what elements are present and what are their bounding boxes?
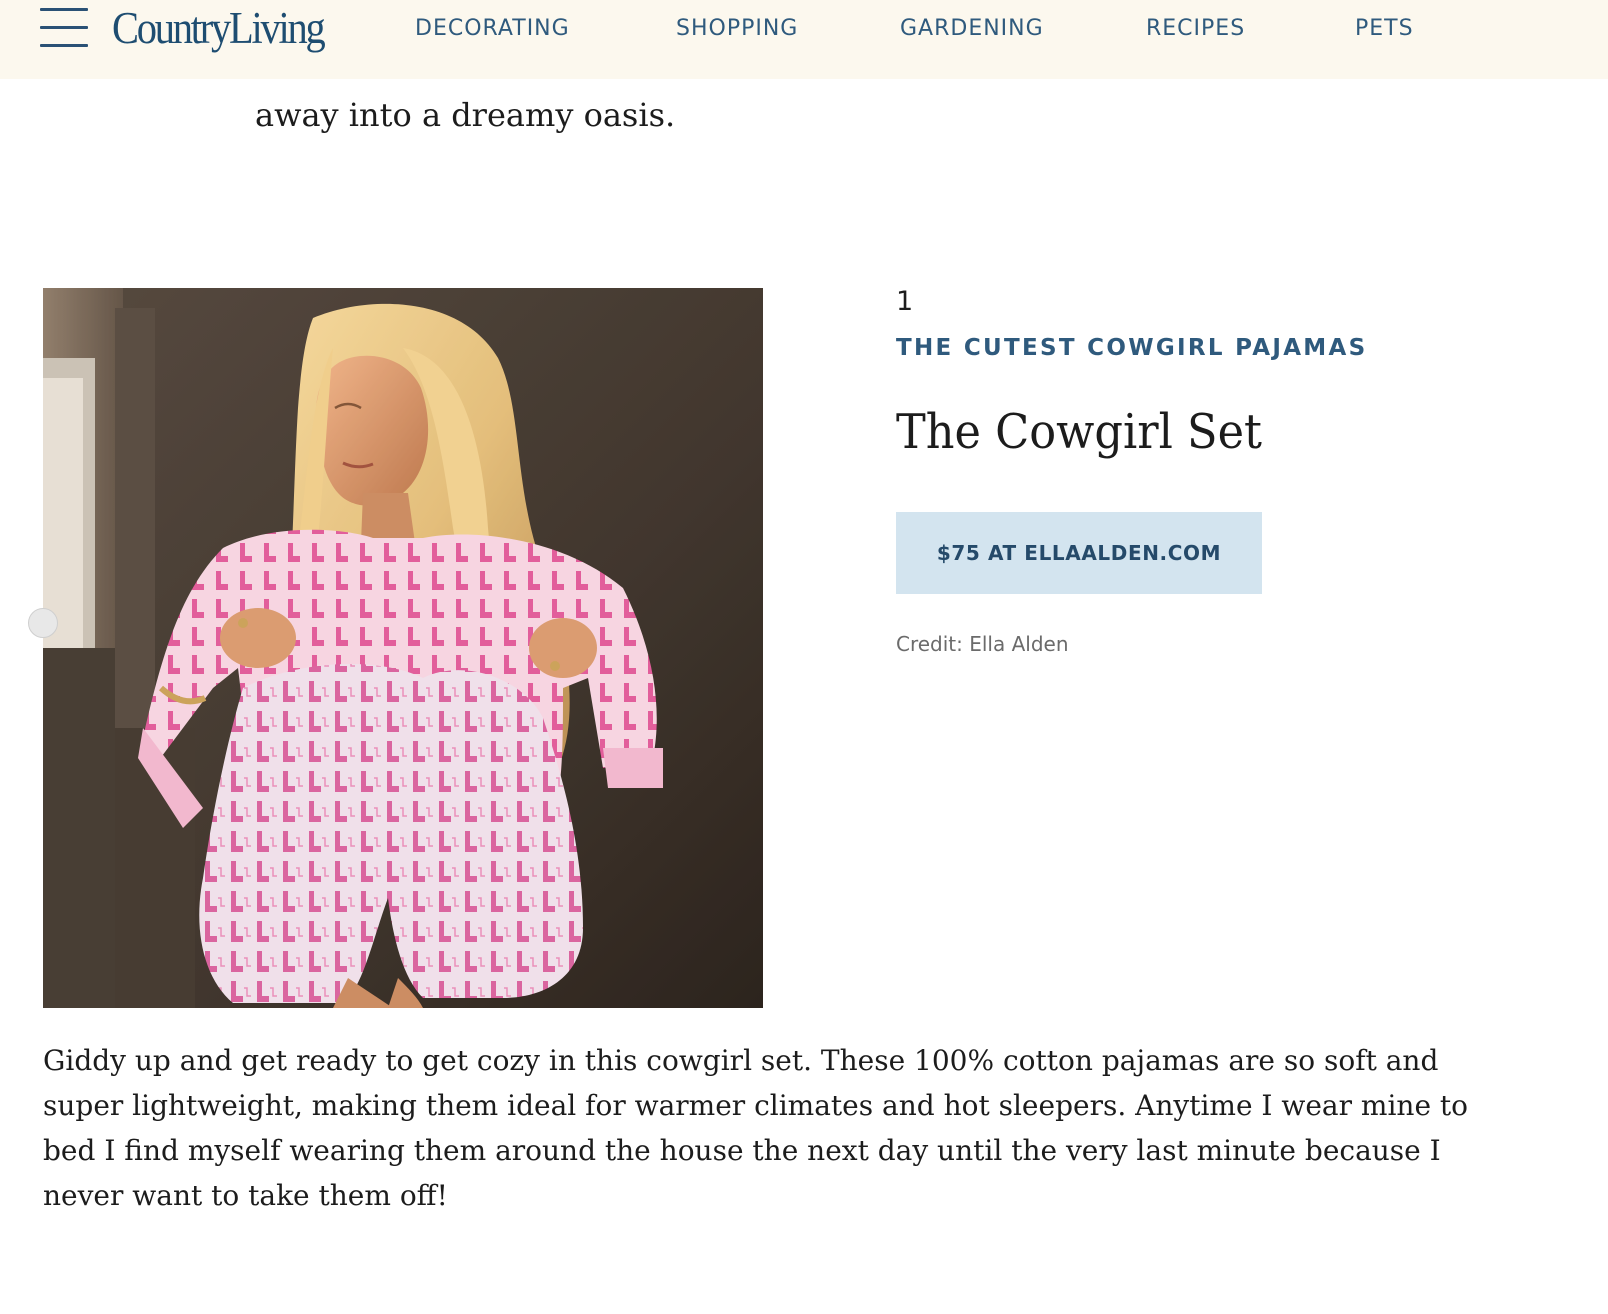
- nav-item-pets[interactable]: PETS: [1355, 0, 1414, 58]
- product-image[interactable]: [43, 288, 763, 1008]
- product-kicker: THE CUTEST COWGIRL PAJAMAS: [896, 335, 1368, 361]
- site-header: CountryLiving DECORATING SHOPPING GARDEN…: [0, 0, 1608, 79]
- nav-item-gardening[interactable]: GARDENING: [900, 0, 1044, 58]
- nav-item-shopping[interactable]: SHOPPING: [676, 0, 798, 58]
- nav-item-recipes[interactable]: RECIPES: [1146, 0, 1245, 58]
- site-logo[interactable]: CountryLiving: [112, 0, 326, 56]
- product-description: Giddy up and get ready to get cozy in th…: [43, 1038, 1483, 1218]
- description-line: super lightweight, making them ideal for…: [43, 1089, 1469, 1122]
- product-number: 1: [896, 286, 914, 317]
- image-credit: Credit: Ella Alden: [896, 632, 1069, 656]
- product-name: The Cowgirl Set: [896, 404, 1262, 460]
- nav-item-decorating[interactable]: DECORATING: [415, 0, 570, 58]
- product-photo-illustration: [43, 288, 763, 1008]
- buy-button[interactable]: $75 AT ELLAALDEN.COM: [896, 512, 1262, 594]
- hamburger-menu-icon[interactable]: [40, 6, 88, 48]
- description-line: bed I find myself wearing them around th…: [43, 1134, 1441, 1167]
- intro-paragraph-tail: away into a dreamy oasis.: [255, 96, 676, 134]
- carousel-prev-button[interactable]: [28, 608, 58, 638]
- description-line: never want to take them off!: [43, 1179, 448, 1212]
- description-line: Giddy up and get ready to get cozy in th…: [43, 1044, 1439, 1077]
